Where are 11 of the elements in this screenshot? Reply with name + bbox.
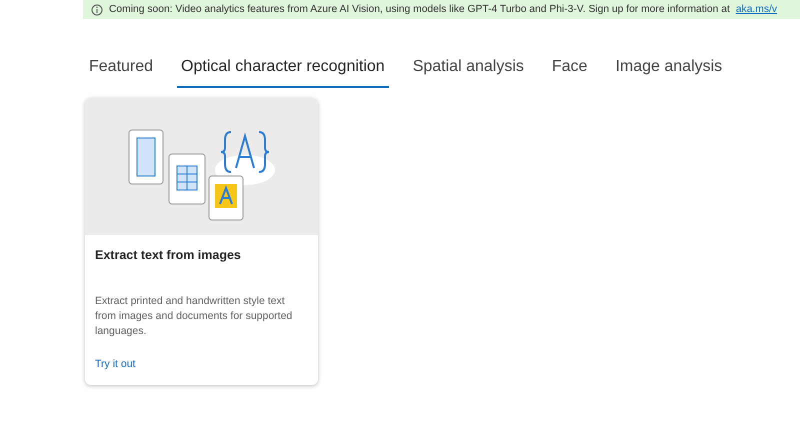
try-it-out-link[interactable]: Try it out (85, 357, 146, 373)
card-title: Extract text from images (94, 247, 242, 264)
tab[interactable]: Image analysis (611, 55, 726, 88)
tab[interactable]: Optical character recognition (177, 55, 389, 88)
tab[interactable]: Spatial analysis (408, 55, 528, 88)
tab[interactable]: Featured (85, 55, 158, 88)
banner-link[interactable]: aka.ms/v (736, 2, 778, 18)
card-description: Extract printed and handwritten style text from images and documents for supported languages. (94, 294, 294, 339)
info-icon (91, 4, 103, 16)
banner-text: Coming soon: Video analytics features from Azure AI Vision, using models like GPT-4 Turbo and Phi-3-V. Sign up for more information at (109, 2, 730, 17)
tab[interactable]: Face (548, 55, 592, 88)
